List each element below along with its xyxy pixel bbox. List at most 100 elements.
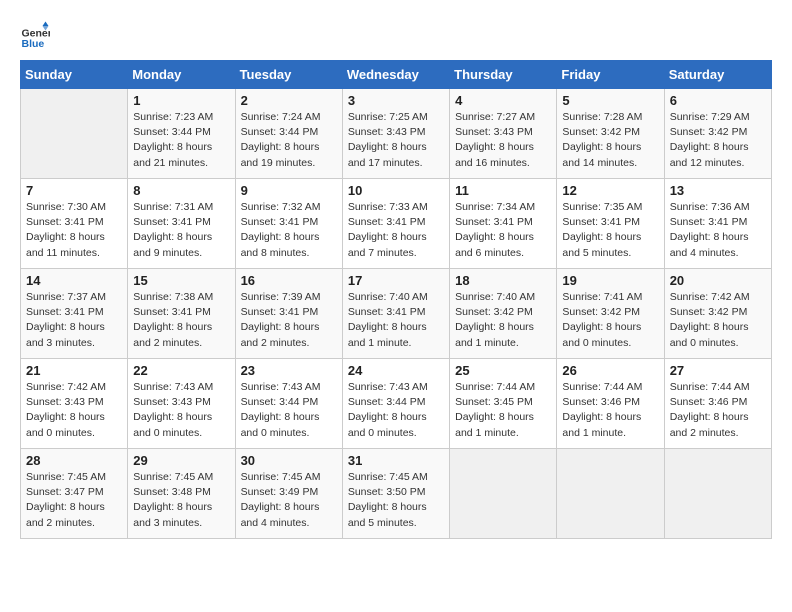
calendar-day-cell: 5Sunrise: 7:28 AMSunset: 3:42 PMDaylight… <box>557 89 664 179</box>
calendar-day-cell: 16 Sunrise: 7:39 AMSunset: 3:41 PMDayligh… <box>235 269 342 359</box>
day-info: Sunrise: 7:31 AMSunset: 3:41 PMDaylight:… <box>133 200 229 261</box>
day-info: Sunrise: 7:40 AMSunset: 3:41 PMDaylight:… <box>348 290 444 351</box>
day-number: 8 <box>133 183 229 198</box>
calendar-day-cell: 19 Sunrise: 7:41 AMSunset: 3:42 PMDayligh… <box>557 269 664 359</box>
day-number: 19 <box>562 273 658 288</box>
calendar-day-cell: 2 Sunrise: 7:24 AMSunset: 3:44 PMDaylight… <box>235 89 342 179</box>
calendar-week-row: 1 Sunrise: 7:23 AMSunset: 3:44 PMDaylight… <box>21 89 772 179</box>
day-info: Sunrise: 7:43 AMSunset: 3:44 PMDaylight:… <box>348 380 444 441</box>
calendar-day-cell: 7 Sunrise: 7:30 AMSunset: 3:41 PMDaylight… <box>21 179 128 269</box>
day-info: Sunrise: 7:37 AMSunset: 3:41 PMDaylight:… <box>26 290 122 351</box>
day-number: 30 <box>241 453 337 468</box>
calendar-day-cell: 11Sunrise: 7:34 AMSunset: 3:41 PMDayligh… <box>450 179 557 269</box>
day-info: Sunrise: 7:45 AMSunset: 3:48 PMDaylight:… <box>133 470 229 531</box>
calendar-day-cell: 25 Sunrise: 7:44 AMSunset: 3:45 PMDayligh… <box>450 359 557 449</box>
day-number: 4 <box>455 93 551 108</box>
calendar-day-cell: 12 Sunrise: 7:35 AMSunset: 3:41 PMDayligh… <box>557 179 664 269</box>
calendar-day-cell: 28 Sunrise: 7:45 AMSunset: 3:47 PMDayligh… <box>21 449 128 539</box>
day-number: 16 <box>241 273 337 288</box>
calendar-week-row: 21 Sunrise: 7:42 AMSunset: 3:43 PMDayligh… <box>21 359 772 449</box>
day-info: Sunrise: 7:44 AMSunset: 3:46 PMDaylight:… <box>670 380 766 441</box>
day-info: Sunrise: 7:44 AMSunset: 3:45 PMDaylight:… <box>455 380 551 441</box>
day-number: 1 <box>133 93 229 108</box>
day-number: 5 <box>562 93 658 108</box>
day-info: Sunrise: 7:35 AMSunset: 3:41 PMDaylight:… <box>562 200 658 261</box>
day-number: 3 <box>348 93 444 108</box>
day-info: Sunrise: 7:42 AMSunset: 3:43 PMDaylight:… <box>26 380 122 441</box>
calendar-body: 1 Sunrise: 7:23 AMSunset: 3:44 PMDaylight… <box>21 89 772 539</box>
day-info: Sunrise: 7:45 AMSunset: 3:50 PMDaylight:… <box>348 470 444 531</box>
day-number: 12 <box>562 183 658 198</box>
weekday-header: Wednesday <box>342 61 449 89</box>
day-info: Sunrise: 7:41 AMSunset: 3:42 PMDaylight:… <box>562 290 658 351</box>
day-number: 21 <box>26 363 122 378</box>
weekday-header: Friday <box>557 61 664 89</box>
day-info: Sunrise: 7:45 AMSunset: 3:47 PMDaylight:… <box>26 470 122 531</box>
calendar-day-cell: 14Sunrise: 7:37 AMSunset: 3:41 PMDayligh… <box>21 269 128 359</box>
day-number: 22 <box>133 363 229 378</box>
calendar-table: SundayMondayTuesdayWednesdayThursdayFrid… <box>20 60 772 539</box>
calendar-day-cell: 31Sunrise: 7:45 AMSunset: 3:50 PMDayligh… <box>342 449 449 539</box>
calendar-day-cell: 4Sunrise: 7:27 AMSunset: 3:43 PMDaylight… <box>450 89 557 179</box>
calendar-day-cell: 9 Sunrise: 7:32 AMSunset: 3:41 PMDaylight… <box>235 179 342 269</box>
day-number: 6 <box>670 93 766 108</box>
day-info: Sunrise: 7:36 AMSunset: 3:41 PMDaylight:… <box>670 200 766 261</box>
day-number: 24 <box>348 363 444 378</box>
calendar-day-cell: 18Sunrise: 7:40 AMSunset: 3:42 PMDayligh… <box>450 269 557 359</box>
calendar-week-row: 14Sunrise: 7:37 AMSunset: 3:41 PMDayligh… <box>21 269 772 359</box>
day-number: 2 <box>241 93 337 108</box>
day-number: 9 <box>241 183 337 198</box>
day-info: Sunrise: 7:33 AMSunset: 3:41 PMDaylight:… <box>348 200 444 261</box>
calendar-day-cell: 21 Sunrise: 7:42 AMSunset: 3:43 PMDayligh… <box>21 359 128 449</box>
weekday-header: Saturday <box>664 61 771 89</box>
calendar-day-cell <box>450 449 557 539</box>
day-number: 7 <box>26 183 122 198</box>
calendar-day-cell: 23Sunrise: 7:43 AMSunset: 3:44 PMDayligh… <box>235 359 342 449</box>
logo: General Blue <box>20 20 54 50</box>
day-number: 13 <box>670 183 766 198</box>
calendar-day-cell: 17 Sunrise: 7:40 AMSunset: 3:41 PMDayligh… <box>342 269 449 359</box>
day-number: 20 <box>670 273 766 288</box>
calendar-day-cell <box>557 449 664 539</box>
calendar-day-cell: 15 Sunrise: 7:38 AMSunset: 3:41 PMDayligh… <box>128 269 235 359</box>
day-info: Sunrise: 7:44 AMSunset: 3:46 PMDaylight:… <box>562 380 658 441</box>
day-info: Sunrise: 7:24 AMSunset: 3:44 PMDaylight:… <box>241 110 337 171</box>
calendar-day-cell: 24 Sunrise: 7:43 AMSunset: 3:44 PMDayligh… <box>342 359 449 449</box>
weekday-header: Sunday <box>21 61 128 89</box>
calendar-day-cell <box>664 449 771 539</box>
day-info: Sunrise: 7:43 AMSunset: 3:43 PMDaylight:… <box>133 380 229 441</box>
calendar-day-cell: 6 Sunrise: 7:29 AMSunset: 3:42 PMDaylight… <box>664 89 771 179</box>
calendar-week-row: 28 Sunrise: 7:45 AMSunset: 3:47 PMDayligh… <box>21 449 772 539</box>
day-info: Sunrise: 7:30 AMSunset: 3:41 PMDaylight:… <box>26 200 122 261</box>
day-number: 15 <box>133 273 229 288</box>
day-number: 17 <box>348 273 444 288</box>
calendar-day-cell: 8 Sunrise: 7:31 AMSunset: 3:41 PMDaylight… <box>128 179 235 269</box>
day-info: Sunrise: 7:23 AMSunset: 3:44 PMDaylight:… <box>133 110 229 171</box>
day-number: 28 <box>26 453 122 468</box>
day-info: Sunrise: 7:45 AMSunset: 3:49 PMDaylight:… <box>241 470 337 531</box>
calendar-day-cell: 26 Sunrise: 7:44 AMSunset: 3:46 PMDayligh… <box>557 359 664 449</box>
calendar-day-cell: 27 Sunrise: 7:44 AMSunset: 3:46 PMDayligh… <box>664 359 771 449</box>
calendar-day-cell: 3Sunrise: 7:25 AMSunset: 3:43 PMDaylight… <box>342 89 449 179</box>
calendar-week-row: 7 Sunrise: 7:30 AMSunset: 3:41 PMDaylight… <box>21 179 772 269</box>
day-number: 27 <box>670 363 766 378</box>
day-info: Sunrise: 7:34 AMSunset: 3:41 PMDaylight:… <box>455 200 551 261</box>
weekday-header: Monday <box>128 61 235 89</box>
calendar-day-cell: 13 Sunrise: 7:36 AMSunset: 3:41 PMDayligh… <box>664 179 771 269</box>
calendar-day-cell: 30 Sunrise: 7:45 AMSunset: 3:49 PMDayligh… <box>235 449 342 539</box>
day-number: 25 <box>455 363 551 378</box>
calendar-day-cell: 22 Sunrise: 7:43 AMSunset: 3:43 PMDayligh… <box>128 359 235 449</box>
day-info: Sunrise: 7:29 AMSunset: 3:42 PMDaylight:… <box>670 110 766 171</box>
logo-icon: General Blue <box>20 20 50 50</box>
day-info: Sunrise: 7:39 AMSunset: 3:41 PMDaylight:… <box>241 290 337 351</box>
calendar-day-cell <box>21 89 128 179</box>
day-number: 26 <box>562 363 658 378</box>
day-info: Sunrise: 7:42 AMSunset: 3:42 PMDaylight:… <box>670 290 766 351</box>
day-info: Sunrise: 7:38 AMSunset: 3:41 PMDaylight:… <box>133 290 229 351</box>
day-number: 18 <box>455 273 551 288</box>
weekday-header: Tuesday <box>235 61 342 89</box>
svg-text:Blue: Blue <box>22 38 45 50</box>
calendar-day-cell: 29Sunrise: 7:45 AMSunset: 3:48 PMDayligh… <box>128 449 235 539</box>
day-info: Sunrise: 7:32 AMSunset: 3:41 PMDaylight:… <box>241 200 337 261</box>
day-info: Sunrise: 7:43 AMSunset: 3:44 PMDaylight:… <box>241 380 337 441</box>
